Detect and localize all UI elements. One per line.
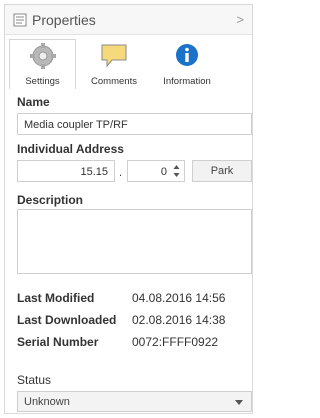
tab-information-label: Information	[163, 76, 211, 87]
serial-number-value: 0072:FFFF0922	[132, 335, 219, 349]
name-value: Media coupler TP/RF	[24, 119, 128, 131]
chevron-down-icon	[235, 400, 243, 405]
address-value: 15.15	[80, 166, 108, 178]
status-value: Unknown	[24, 396, 70, 408]
properties-panel: Properties > Settings Comments Informati…	[4, 4, 253, 414]
info-icon	[176, 44, 198, 66]
comment-icon	[101, 44, 127, 68]
tab-settings[interactable]: Settings	[9, 39, 76, 89]
stepper-arrows-icon[interactable]	[173, 164, 180, 178]
last-downloaded-label: Last Downloaded	[17, 313, 117, 327]
address-field[interactable]: 15.15	[17, 160, 115, 182]
panel-header: Properties >	[5, 5, 252, 35]
status-dropdown[interactable]: Unknown	[17, 391, 252, 412]
last-downloaded-value: 02.08.2016 14:38	[132, 313, 226, 327]
tab-comments[interactable]: Comments	[81, 39, 147, 89]
description-field[interactable]	[17, 209, 252, 274]
device-number-value: 0	[160, 166, 167, 178]
name-field[interactable]: Media coupler TP/RF	[17, 113, 252, 135]
serial-number-label: Serial Number	[17, 335, 99, 349]
device-number-stepper[interactable]: 0	[127, 160, 185, 182]
tab-strip: Settings Comments Information	[5, 35, 252, 91]
address-label: Individual Address	[17, 142, 124, 156]
collapse-chevron-icon[interactable]: >	[236, 12, 244, 27]
tab-information[interactable]: Information	[151, 39, 223, 89]
park-button[interactable]: Park	[192, 160, 252, 182]
last-modified-value: 04.08.2016 14:56	[132, 291, 226, 305]
description-label: Description	[17, 193, 84, 207]
name-label: Name	[17, 95, 50, 109]
properties-icon	[13, 13, 27, 27]
tab-settings-label: Settings	[25, 76, 60, 87]
panel-title: Properties	[32, 12, 96, 28]
tab-comments-label: Comments	[91, 76, 137, 87]
last-modified-label: Last Modified	[17, 291, 95, 305]
gear-icon	[29, 43, 56, 69]
status-label: Status	[17, 373, 52, 387]
address-separator: .	[119, 167, 123, 179]
